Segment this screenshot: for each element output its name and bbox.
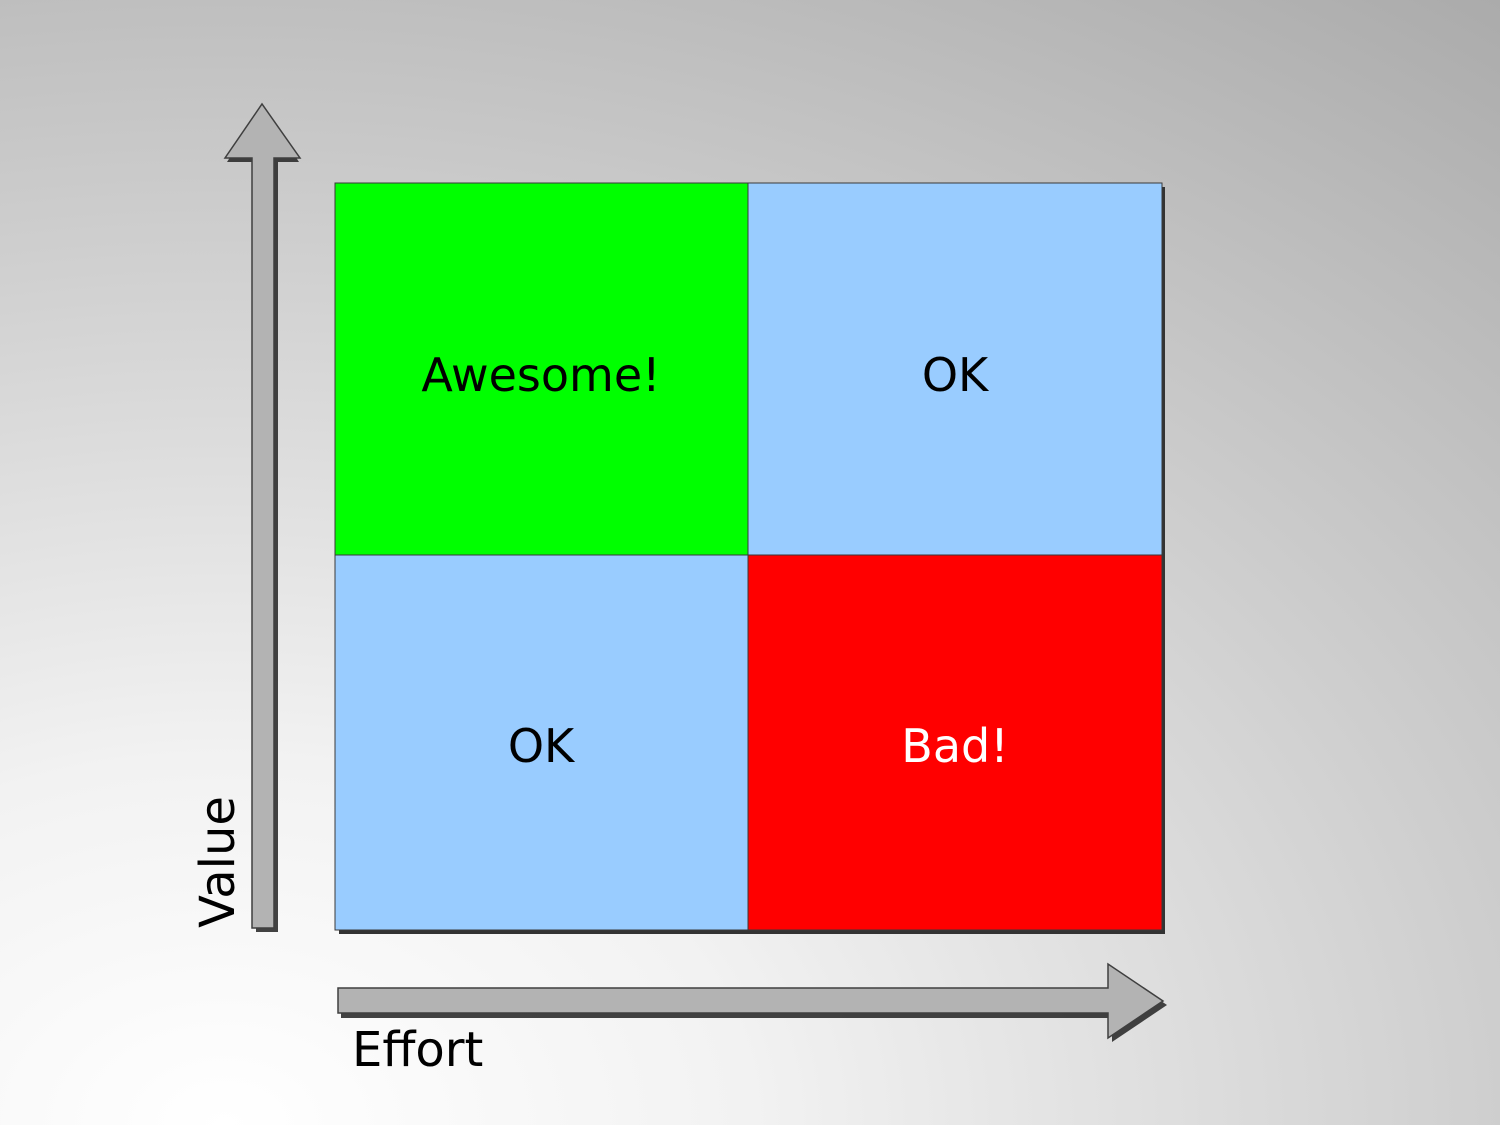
quadrant-awesome: Awesome!: [334, 182, 749, 556]
quadrant-bad: Bad!: [747, 554, 1163, 931]
quadrant-label: OK: [508, 719, 576, 773]
quadrant-label: OK: [922, 348, 990, 402]
value-axis-label: Value: [190, 796, 246, 928]
quadrant-ok-top: OK: [747, 182, 1163, 556]
value-effort-matrix: Value Effort Awesome! OK OK Bad!: [190, 102, 1167, 1078]
quadrant-ok-bottom: OK: [334, 554, 749, 931]
quadrant-label: Bad!: [901, 719, 1008, 773]
quadrant-label: Awesome!: [421, 348, 660, 402]
effort-axis-label: Effort: [352, 1022, 483, 1078]
